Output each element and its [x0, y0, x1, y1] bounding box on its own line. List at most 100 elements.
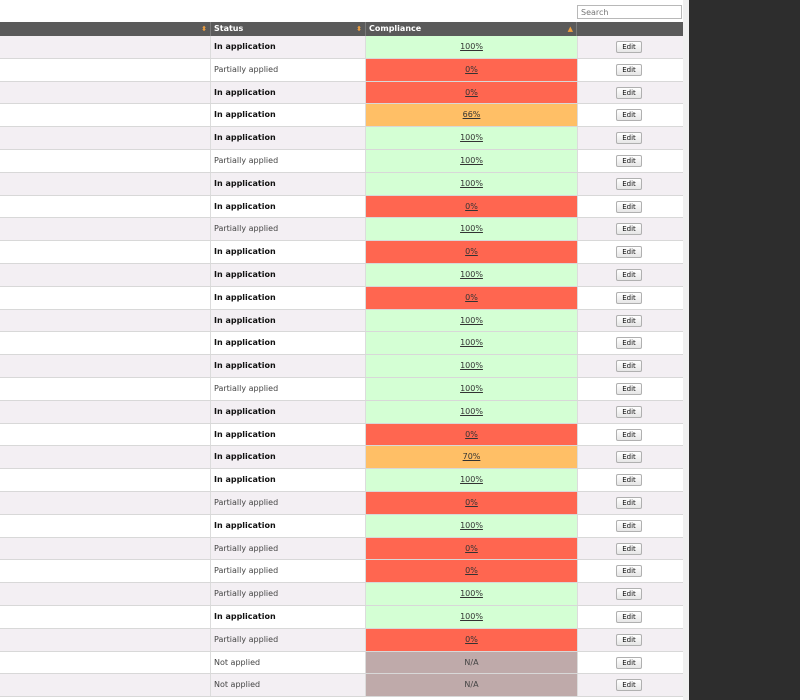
edit-button[interactable]: Edit	[616, 474, 642, 487]
compliance-link[interactable]: 0%	[465, 566, 478, 575]
edit-button[interactable]: Edit	[616, 337, 642, 350]
compliance-link[interactable]: 66%	[463, 110, 481, 119]
compliance-link[interactable]: 100%	[460, 521, 483, 530]
compliance-link[interactable]: 100%	[460, 338, 483, 347]
compliance-link[interactable]: 100%	[460, 42, 483, 51]
compliance-cell: 0%	[366, 286, 577, 309]
column-header-name[interactable]: ⬍	[0, 22, 211, 36]
edit-button[interactable]: Edit	[616, 314, 642, 327]
status-cell: In application	[211, 195, 366, 218]
compliance-cell: 0%	[366, 195, 577, 218]
edit-button[interactable]: Edit	[616, 565, 642, 578]
status-cell: In application	[211, 469, 366, 491]
compliance-link[interactable]: 100%	[460, 361, 483, 370]
edit-button[interactable]: Edit	[616, 382, 642, 395]
column-header-status[interactable]: Status ⬍	[211, 22, 366, 36]
compliance-link[interactable]: 0%	[465, 88, 478, 97]
search-input[interactable]	[577, 5, 682, 19]
compliance-link[interactable]: 100%	[460, 475, 483, 484]
edit-button[interactable]: Edit	[616, 519, 642, 532]
edit-button[interactable]: Edit	[616, 588, 642, 601]
compliance-link[interactable]: 0%	[465, 544, 478, 553]
actions-cell: Edit	[577, 218, 683, 241]
actions-cell: Edit	[577, 36, 683, 58]
column-header-compliance-label: Compliance	[369, 24, 422, 33]
actions-cell: Edit	[577, 514, 683, 537]
rule-name-cell	[0, 332, 211, 355]
edit-button[interactable]: Edit	[616, 656, 642, 669]
edit-button[interactable]: Edit	[616, 154, 642, 167]
rule-name-cell	[0, 309, 211, 332]
compliance-link[interactable]: 100%	[460, 589, 483, 598]
edit-button[interactable]: Edit	[616, 291, 642, 304]
compliance-link[interactable]: 0%	[465, 635, 478, 644]
compliance-cell: 0%	[366, 560, 577, 583]
compliance-link[interactable]: 0%	[465, 293, 478, 302]
status-cell: In application	[211, 514, 366, 537]
edit-button[interactable]: Edit	[616, 132, 642, 145]
compliance-link[interactable]: 0%	[465, 247, 478, 256]
edit-button[interactable]: Edit	[616, 496, 642, 509]
actions-cell: Edit	[577, 400, 683, 423]
actions-cell: Edit	[577, 651, 683, 674]
sort-icon[interactable]: ⬍	[356, 22, 362, 36]
compliance-link[interactable]: 100%	[460, 179, 483, 188]
status-cell: In application	[211, 309, 366, 332]
actions-cell: Edit	[577, 309, 683, 332]
edit-button[interactable]: Edit	[616, 268, 642, 281]
edit-button[interactable]: Edit	[616, 542, 642, 555]
compliance-cell: 100%	[366, 377, 577, 400]
table-row: In application 100% Edit	[0, 355, 683, 378]
edit-button[interactable]: Edit	[616, 41, 642, 53]
table-row: In application 100% Edit	[0, 309, 683, 333]
compliance-link[interactable]: 0%	[465, 498, 478, 507]
edit-button[interactable]: Edit	[616, 63, 642, 76]
sort-ascending-icon[interactable]: ▲	[568, 22, 573, 36]
compliance-link[interactable]: 100%	[460, 612, 483, 621]
compliance-link[interactable]: 100%	[460, 224, 483, 233]
edit-button[interactable]: Edit	[616, 177, 642, 190]
rule-name-cell	[0, 377, 211, 400]
rule-name-cell	[0, 537, 211, 560]
edit-button[interactable]: Edit	[616, 428, 642, 441]
edit-button[interactable]: Edit	[616, 223, 642, 236]
compliance-link[interactable]: 100%	[460, 316, 483, 325]
actions-cell: Edit	[577, 332, 683, 355]
compliance-link[interactable]: 100%	[460, 156, 483, 165]
compliance-cell: N/A	[366, 674, 577, 697]
edit-button[interactable]: Edit	[616, 360, 642, 373]
compliance-cell: 0%	[366, 81, 577, 104]
edit-button[interactable]: Edit	[616, 405, 642, 418]
edit-button[interactable]: Edit	[616, 451, 642, 464]
status-cell: In application	[211, 605, 366, 628]
compliance-link[interactable]: 70%	[463, 452, 481, 461]
table-row: In application 100% Edit	[0, 400, 683, 424]
column-header-compliance[interactable]: Compliance ▲	[366, 22, 577, 36]
compliance-cell: 100%	[366, 583, 577, 605]
rule-name-cell	[0, 560, 211, 583]
table-row: In application 100% Edit	[0, 605, 683, 629]
table-row: Partially applied 0% Edit	[0, 58, 683, 82]
rules-panel: ⬍ Status ⬍ Compliance ▲ In application 10…	[0, 0, 683, 700]
compliance-link[interactable]: 100%	[460, 270, 483, 279]
table-row: In application 0% Edit	[0, 195, 683, 219]
compliance-link[interactable]: 0%	[465, 430, 478, 439]
actions-cell: Edit	[577, 149, 683, 172]
status-cell: In application	[211, 400, 366, 423]
compliance-link[interactable]: 0%	[465, 202, 478, 211]
compliance-cell: 100%	[366, 149, 577, 172]
edit-button[interactable]: Edit	[616, 86, 642, 99]
compliance-link[interactable]: 100%	[460, 384, 483, 393]
edit-button[interactable]: Edit	[616, 633, 642, 646]
compliance-link[interactable]: 100%	[460, 407, 483, 416]
edit-button[interactable]: Edit	[616, 109, 642, 122]
edit-button[interactable]: Edit	[616, 610, 642, 623]
edit-button[interactable]: Edit	[616, 200, 642, 213]
status-cell: In application	[211, 241, 366, 263]
sort-icon[interactable]: ⬍	[201, 22, 207, 36]
edit-button[interactable]: Edit	[616, 679, 642, 692]
compliance-link[interactable]: 100%	[460, 133, 483, 142]
compliance-link[interactable]: 0%	[465, 65, 478, 74]
edit-button[interactable]: Edit	[616, 246, 642, 259]
table-row: In application 100% Edit	[0, 514, 683, 538]
